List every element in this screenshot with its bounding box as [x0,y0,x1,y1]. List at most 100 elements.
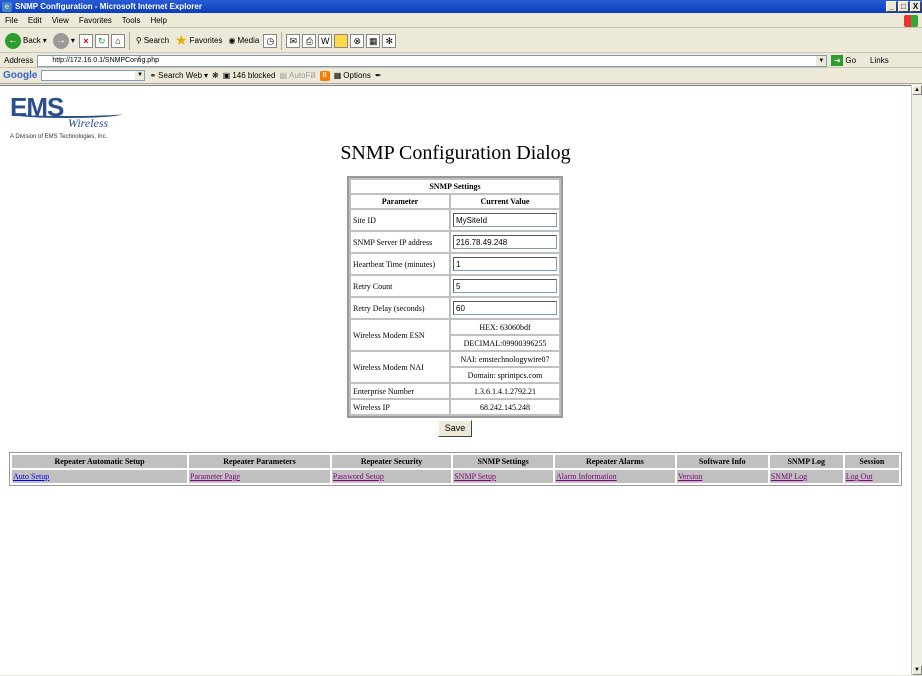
table-row: Retry Count [351,276,559,296]
maximize-button[interactable]: □ [898,1,909,12]
nav-header-session: Session [844,455,899,468]
back-button[interactable]: ← Back ▾ [3,32,49,49]
media-button[interactable]: ◉ Media [227,36,262,45]
nai-label: Wireless Modem NAI [351,352,449,382]
enterprise-number-label: Enterprise Number [351,384,449,398]
back-label: Back [23,36,41,45]
forward-button[interactable]: → ▾ [51,32,77,49]
esn-decimal-value: DECIMAL:09900396255 [451,336,559,350]
retry-delay-field[interactable] [453,301,557,315]
windows-logo-icon [904,15,918,27]
google-logo[interactable]: Google [3,70,37,81]
address-bar: Address http://172.16.0.1/SNMPConfig.php… [0,54,922,68]
autofill-button[interactable]: ▤ AutoFill [279,71,315,80]
close-button[interactable]: X [910,1,921,12]
go-label: Go [845,56,857,65]
current-value-header: Current Value [451,195,559,208]
heartbeat-field[interactable] [453,257,557,271]
table-row: Site ID [351,210,559,230]
favorites-button[interactable]: ★ Favorites [173,32,224,49]
nai-value: NAI: emstechnologywire07 [451,352,559,366]
toolbar-separator [281,31,283,50]
menu-bar: File Edit View Favorites Tools Help [0,14,922,28]
table-row: Wireless IP 68.242.145.248 [351,400,559,414]
logo-wireless-text: Wireless [68,116,109,130]
favorites-star-icon: ★ [175,32,188,48]
standard-toolbar: ← Back ▾ → ▾ × ↻ ⌂ ⚲ Search ★ Favorites … [0,29,922,53]
auto-setup-link[interactable]: Auto Setup [13,472,49,481]
address-input[interactable]: http://172.16.0.1/SNMPConfig.php ▼ [37,54,828,67]
blogger-icon[interactable]: B [319,70,330,81]
nav-header-alarms: Repeater Alarms [555,455,675,468]
google-toolbar: Google ▼ ⚭ Search Web ▾ ❋ ▣ 146 blocked … [0,68,922,84]
refresh-icon[interactable]: ↻ [94,33,109,48]
popup-blocker-button[interactable]: ▣ 146 blocked [223,71,276,80]
google-search-input[interactable]: ▼ [41,70,146,81]
search-web-button[interactable]: ⚭ Search Web ▾ [149,71,208,80]
options-button[interactable]: ▦ Options [334,71,371,80]
table-row: Retry Delay (seconds) [351,298,559,318]
highlighter-icon[interactable]: ✒ [375,71,382,80]
binoculars-icon: ⚭ [149,71,157,80]
log-out-link[interactable]: Log Out [846,472,873,481]
menu-file[interactable]: File [0,16,23,25]
menu-tools[interactable]: Tools [117,16,146,25]
scroll-up-arrow-icon[interactable]: ▲ [912,85,922,95]
favorites-label: Favorites [189,36,223,45]
nav-header-snmp-log: SNMP Log [769,455,843,468]
search-web-label: Search Web [158,71,203,80]
parameter-page-link[interactable]: Parameter Page [190,472,240,481]
snmp-log-link[interactable]: SNMP Log [771,472,807,481]
menu-favorites[interactable]: Favorites [74,16,117,25]
folder-icon[interactable] [334,33,349,48]
retry-delay-label: Retry Delay (seconds) [351,298,449,318]
pagerank-icon[interactable]: ❋ [212,71,219,80]
nav-header-snmp-settings: SNMP Settings [453,455,554,468]
discuss-icon[interactable]: ✻ [382,33,397,48]
menu-edit[interactable]: Edit [23,16,47,25]
snmp-settings-table: SNMP Settings Parameter Current Value Si… [347,176,563,418]
print-icon[interactable]: ⎙ [302,33,317,48]
ie-icon: e [2,1,12,12]
scroll-down-arrow-icon[interactable]: ▼ [912,665,922,675]
home-icon[interactable]: ⌂ [110,33,125,48]
mail-icon[interactable]: ✉ [286,33,301,48]
links-button[interactable]: Links [870,56,889,65]
esn-label: Wireless Modem ESN [351,320,449,350]
vertical-scrollbar[interactable]: ▲ ▼ [911,85,922,675]
alarm-information-link[interactable]: Alarm Information [556,472,617,481]
stop-icon[interactable]: × [78,33,93,48]
site-id-field[interactable] [453,213,557,227]
search-button[interactable]: ⚲ Search [134,36,171,45]
window-title: SNMP Configuration - Microsoft Internet … [15,2,202,11]
go-button[interactable]: ➜ Go [831,55,856,66]
wireless-ip-label: Wireless IP [351,400,449,414]
enterprise-number-value: 1.3.6.1.4.1.2792.21 [451,384,559,398]
version-link[interactable]: Version [678,472,702,481]
navigation-table: Repeater Automatic Setup Repeater Parame… [9,452,902,486]
chevron-down-icon[interactable]: ▼ [135,71,145,80]
server-ip-label: SNMP Server IP address [351,232,449,252]
chevron-down-icon[interactable]: ▼ [816,55,827,66]
table-row: Enterprise Number 1.3.6.1.4.1.2792.21 [351,384,559,398]
retry-count-field[interactable] [453,279,557,293]
table-row: Wireless Modem NAI NAI: emstechnologywir… [351,352,559,382]
menu-help[interactable]: Help [145,16,171,25]
chevron-down-icon: ▾ [70,36,75,45]
edit-icon[interactable]: W [318,33,333,48]
toolbar-separator [128,31,130,50]
retry-count-label: Retry Count [351,276,449,296]
chevron-down-icon: ▾ [204,71,209,80]
nav-header-auto-setup: Repeater Automatic Setup [12,455,188,468]
research-icon[interactable]: ▦ [366,33,381,48]
snmp-setup-link[interactable]: SNMP Setup [454,472,496,481]
messenger-icon[interactable]: ⊗ [350,33,365,48]
site-id-label: Site ID [351,210,449,230]
server-ip-field[interactable] [453,235,557,249]
menu-view[interactable]: View [47,16,74,25]
password-setup-link[interactable]: Password Setup [333,472,384,481]
save-button[interactable]: Save [438,420,472,437]
history-icon[interactable]: ◷ [263,33,278,48]
minimize-button[interactable]: _ [886,1,897,12]
parameter-header: Parameter [351,195,449,208]
